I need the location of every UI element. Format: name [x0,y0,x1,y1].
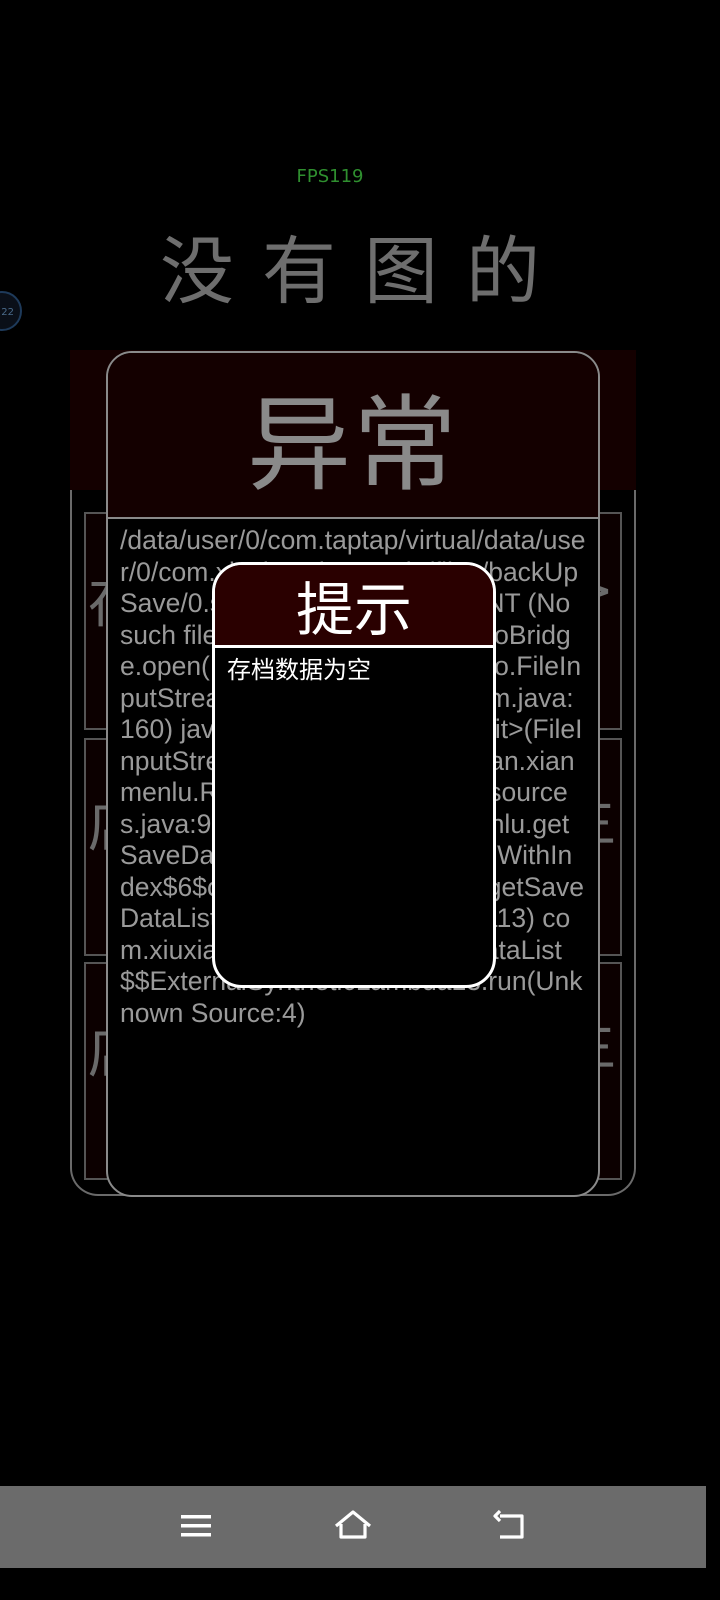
back-button[interactable] [488,1506,532,1546]
hint-dialog-message: 存档数据为空 [227,656,371,684]
floating-assist-button[interactable]: 22 [0,291,22,331]
hint-dialog-header: 提示 [215,565,493,648]
hint-dialog-title: 提示 [295,576,412,644]
home-icon [334,1510,372,1539]
back-icon [493,1509,524,1539]
menu-icon [181,1515,211,1537]
error-panel-header: 异常 [108,353,598,519]
home-button[interactable] [331,1506,375,1546]
fps-counter: FPS119 [296,166,364,187]
error-panel-title: 异常 [246,383,459,506]
background-title: 没有图的 [160,229,568,315]
hint-dialog[interactable]: 提示 存档数据为空 [212,562,496,988]
system-navigation-bar [0,1486,706,1568]
menu-button[interactable] [174,1506,218,1546]
